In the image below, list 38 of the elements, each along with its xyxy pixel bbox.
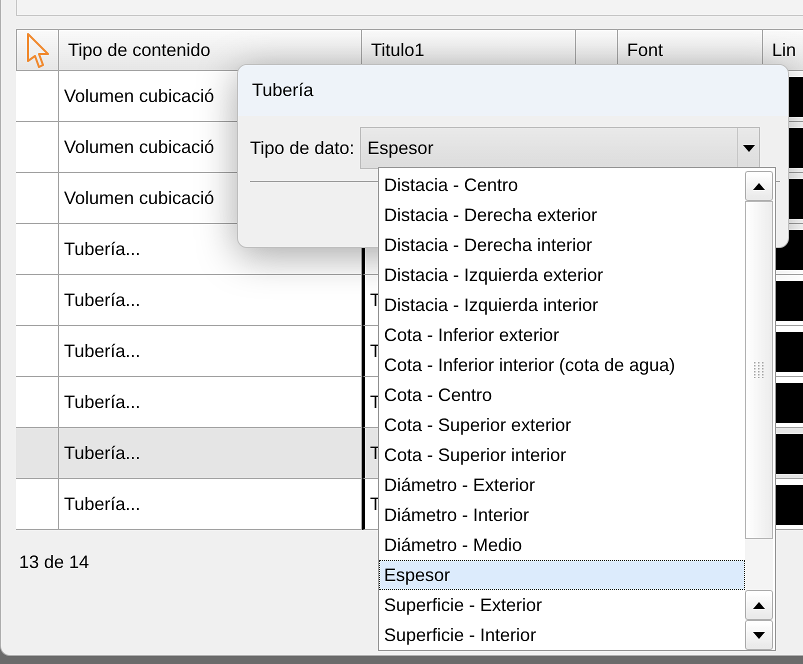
- row-header-cell[interactable]: [16, 428, 59, 479]
- row-header-cell[interactable]: [16, 326, 59, 377]
- dropdown-option[interactable]: Espesor: [379, 560, 745, 590]
- column-header[interactable]: [16, 29, 59, 71]
- row-header-cell[interactable]: [16, 224, 59, 275]
- down-arrow-icon: [753, 632, 765, 638]
- up-arrow-icon: [753, 182, 765, 190]
- row-header-cell[interactable]: [16, 173, 59, 224]
- up-arrow-icon: [753, 602, 765, 608]
- table-cell: Tubería...: [59, 275, 362, 326]
- pointer-icon: [26, 32, 50, 68]
- table-cell: Tubería...: [59, 377, 362, 428]
- field-label: Tipo de dato:: [250, 138, 354, 158]
- table-cell: Tubería...: [59, 428, 362, 479]
- caret-icon: [742, 144, 755, 152]
- row-header-cell[interactable]: [16, 122, 59, 173]
- dropdown-option[interactable]: Distacia - Centro: [379, 171, 745, 201]
- table-cell: Tubería...: [59, 326, 362, 377]
- grip-icon: [754, 362, 764, 378]
- column-header[interactable]: Tipo de contenido: [59, 29, 362, 71]
- scroll-up-button[interactable]: [745, 590, 773, 620]
- scroll-thumb[interactable]: [745, 201, 773, 539]
- dialog-title: Tubería: [238, 65, 788, 116]
- row-header-cell[interactable]: [16, 275, 59, 326]
- row-header-cell[interactable]: [16, 71, 59, 122]
- dropdown-option[interactable]: Distacia - Derecha interior: [379, 230, 745, 261]
- dropdown[interactable]: Espesor: [360, 127, 760, 169]
- dropdown-option[interactable]: Superficie - Interior: [379, 620, 745, 650]
- scroll-down-button[interactable]: [745, 620, 773, 650]
- row-header-cell[interactable]: [16, 479, 59, 530]
- dropdown-option[interactable]: Superficie - Exterior: [379, 590, 745, 620]
- table-cell: Tubería...: [59, 479, 362, 530]
- column-header[interactable]: Lin: [763, 29, 803, 71]
- row-header-cell[interactable]: [16, 377, 59, 428]
- scroll-up-button[interactable]: [745, 171, 773, 201]
- dropdown-option[interactable]: Distacia - Derecha exterior: [379, 200, 745, 231]
- record-counter: 13 de 14: [19, 552, 90, 572]
- dropdown-option[interactable]: Diámetro - Medio: [379, 530, 745, 560]
